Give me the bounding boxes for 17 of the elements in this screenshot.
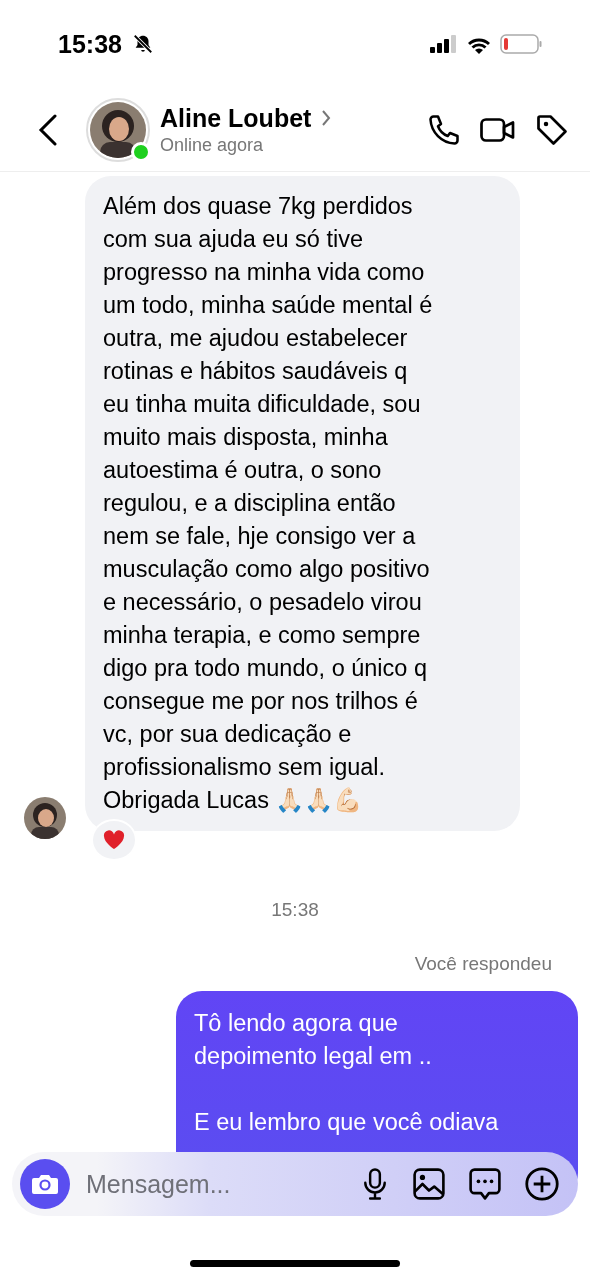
- message-composer[interactable]: Mensagem...: [12, 1152, 578, 1216]
- plus-icon[interactable]: [524, 1166, 560, 1202]
- status-time: 15:38: [58, 29, 122, 59]
- heart-icon: [103, 830, 125, 850]
- contact-status: Online agora: [160, 134, 265, 156]
- camera-button[interactable]: [20, 1159, 70, 1209]
- image-icon[interactable]: [412, 1167, 446, 1201]
- chevron-right-icon[interactable]: [321, 109, 332, 127]
- chat-bubble-icon[interactable]: [468, 1167, 502, 1201]
- contact-name[interactable]: Aline Loubet: [160, 103, 312, 133]
- signal-icon: [430, 35, 458, 53]
- received-message: Além dos quase 7kg perdidos com sua ajuda eu só tive progresso na minha vida como um todo, minha saúde mental é outra, me ajudou estabelecer rotinas e hábitos saudáveis q eu tinha muita dificuldade, sou muito mais disposta, minha autoestima é outra, o sono regulou, e a disciplina então nem se fale, hje consigo ver a musculação como algo positivo e necessário, o pesadelo virou minha terapia, e como sempre digo pra todo mundo, o único q consegue me por nos trilhos é vc, por sua dedicação e profissionalismo sem igual. Obrigada Lucas 🙏🏻🙏🏻💪🏻: [85, 176, 520, 831]
- camera-icon: [31, 1172, 59, 1196]
- battery-icon: [500, 34, 542, 54]
- reply-note: Você respondeu: [413, 953, 553, 975]
- back-icon[interactable]: [38, 113, 58, 146]
- timestamp: 15:38: [270, 899, 320, 921]
